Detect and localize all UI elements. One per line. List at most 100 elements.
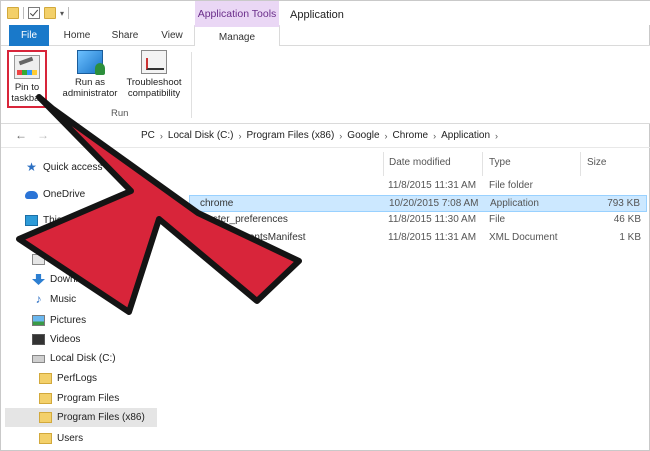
- pin-to-taskbar-label: Pin to taskbar: [11, 82, 43, 104]
- breadcrumb: PC › Local Disk (C:) › Program Files (x86)…: [141, 130, 503, 141]
- sidebar-item-program-files-x86[interactable]: Program Files (x86): [5, 408, 157, 427]
- videos-icon: [32, 334, 45, 345]
- sidebar-item-label: Desktop: [50, 235, 87, 246]
- sidebar-item-downloads[interactable]: Downloads: [32, 270, 99, 289]
- table-row[interactable]: chrome 10/20/2015 7:08 AM Application 79…: [189, 195, 647, 212]
- sidebar-item-perflogs[interactable]: PerfLogs: [39, 369, 97, 388]
- column-divider: [383, 152, 384, 176]
- sidebar-item-label: Pictures: [50, 315, 87, 326]
- file-name: VisualElementsManifest: [199, 232, 306, 243]
- breadcrumb-item[interactable]: PC: [141, 130, 155, 141]
- sidebar-item-label: Local Disk (C:): [50, 353, 116, 364]
- downloads-icon: [32, 274, 45, 285]
- column-divider: [580, 152, 581, 176]
- sidebar-item-label: Music: [50, 294, 77, 305]
- tab-home[interactable]: Home: [61, 25, 93, 46]
- breadcrumb-separator-icon[interactable]: ›: [433, 131, 436, 141]
- sidebar-item-label: OneDrive: [43, 189, 86, 200]
- sidebar-item-users[interactable]: Users: [39, 429, 83, 448]
- ribbon-tabs: File Home Share View Manage: [1, 25, 650, 47]
- cloud-icon: [25, 190, 38, 199]
- chevron-down-icon[interactable]: ▾: [60, 9, 64, 18]
- breadcrumb-item[interactable]: Program Files (x86): [246, 130, 334, 141]
- file-type: Application: [490, 198, 539, 209]
- sidebar-item-documents[interactable]: Documents: [32, 250, 101, 269]
- back-arrow-icon[interactable]: ←: [15, 128, 27, 142]
- sidebar-item-label: PerfLogs: [57, 373, 98, 384]
- properties-icon[interactable]: [28, 7, 40, 19]
- ribbon-group-label: Run: [111, 108, 129, 119]
- tab-view[interactable]: View: [157, 25, 187, 46]
- table-row[interactable]: 11/8/2015 11:31 AM File folder: [189, 178, 647, 195]
- file-size: 46 KB: [613, 214, 641, 225]
- folder-icon: [7, 7, 19, 19]
- breadcrumb-separator-icon[interactable]: ›: [238, 131, 241, 141]
- star-icon: ★: [26, 160, 37, 174]
- column-header-date[interactable]: Date modified: [389, 157, 451, 168]
- pictures-icon: [32, 315, 45, 326]
- computer-icon: [25, 215, 38, 226]
- toolbar-divider: [68, 7, 70, 19]
- troubleshoot-icon: [141, 50, 167, 74]
- troubleshoot-compatibility-label: Troubleshoot compatibility: [126, 77, 182, 99]
- forward-arrow-icon[interactable]: →: [37, 128, 49, 142]
- file-type: XML Document: [489, 232, 558, 243]
- sidebar-item-label: Documents: [50, 254, 101, 265]
- ribbon-group-divider: [191, 52, 192, 118]
- title-bar: ▾ Application Tools Application: [1, 1, 650, 25]
- folder-icon: [39, 433, 52, 444]
- file-size: 1 KB: [619, 232, 641, 243]
- breadcrumb-item[interactable]: Local Disk (C:): [168, 130, 234, 141]
- sidebar-item-desktop[interactable]: Desktop: [32, 231, 87, 250]
- breadcrumb-item[interactable]: Google: [347, 130, 379, 141]
- sidebar-item-label: Program Files (x86): [57, 412, 145, 423]
- documents-icon: [32, 254, 45, 265]
- breadcrumb-item[interactable]: Application: [441, 130, 490, 141]
- toolbar-divider: [23, 7, 24, 19]
- sidebar-item-program-files[interactable]: Program Files: [39, 389, 119, 408]
- sidebar-item-videos[interactable]: Videos: [32, 330, 80, 349]
- breadcrumb-separator-icon[interactable]: ›: [385, 131, 388, 141]
- sidebar-item-local-disk[interactable]: Local Disk (C:): [32, 349, 116, 368]
- address-bar[interactable]: ← → PC › Local Disk (C:) › Program Files (…: [1, 124, 650, 148]
- disk-icon: [32, 354, 45, 363]
- sidebar-item-label: This PC: [43, 215, 79, 226]
- desktop-icon: [32, 235, 45, 246]
- breadcrumb-separator-icon[interactable]: ›: [160, 131, 163, 141]
- sidebar-item-label: Videos: [50, 334, 81, 345]
- file-date: 11/8/2015 11:31 AM: [388, 232, 477, 243]
- troubleshoot-compatibility-button[interactable]: Troubleshoot compatibility: [123, 50, 185, 99]
- window-title: Application: [290, 9, 344, 21]
- quick-access-toolbar: ▾: [7, 7, 70, 19]
- file-name: master_preferences: [199, 214, 288, 225]
- column-header-size[interactable]: Size: [587, 157, 606, 168]
- table-row[interactable]: master_preferences 11/8/2015 11:30 AM Fi…: [189, 212, 647, 229]
- sidebar-item-label: Users: [57, 433, 84, 444]
- sidebar-item-label: Downloads: [50, 274, 100, 285]
- file-list: Date modified Type Size 11/8/2015 11:31 …: [159, 149, 650, 451]
- column-header-type[interactable]: Type: [489, 157, 511, 168]
- file-size: 793 KB: [607, 198, 640, 209]
- tab-share[interactable]: Share: [108, 25, 142, 46]
- file-date: 11/8/2015 11:31 AM: [388, 180, 477, 191]
- sidebar-item-music[interactable]: ♪ Music: [32, 290, 77, 309]
- new-folder-icon[interactable]: [44, 7, 56, 19]
- breadcrumb-separator-icon[interactable]: ›: [495, 131, 498, 141]
- file-type: File folder: [489, 180, 533, 191]
- sidebar-item-this-pc[interactable]: This PC: [25, 211, 79, 230]
- sidebar-item-onedrive[interactable]: OneDrive: [25, 185, 85, 204]
- sidebar-item-pictures[interactable]: Pictures: [32, 311, 86, 330]
- run-as-administrator-button[interactable]: Run as administrator: [61, 50, 119, 99]
- table-row[interactable]: VisualElementsManifest 11/8/2015 11:31 A…: [189, 230, 647, 247]
- explorer-window: ▾ Application Tools Application File Hom…: [0, 0, 650, 451]
- file-date: 10/20/2015 7:08 AM: [389, 198, 479, 209]
- column-divider: [482, 152, 483, 176]
- breadcrumb-item[interactable]: Chrome: [393, 130, 429, 141]
- breadcrumb-separator-icon[interactable]: ›: [339, 131, 342, 141]
- folder-icon: [39, 393, 52, 404]
- folder-icon: [39, 412, 52, 423]
- tab-file[interactable]: File: [9, 25, 49, 46]
- pin-to-taskbar-button[interactable]: Pin to taskbar: [7, 50, 47, 108]
- tab-manage[interactable]: Manage: [194, 25, 280, 47]
- sidebar-item-quick-access[interactable]: ★ Quick access: [25, 158, 102, 177]
